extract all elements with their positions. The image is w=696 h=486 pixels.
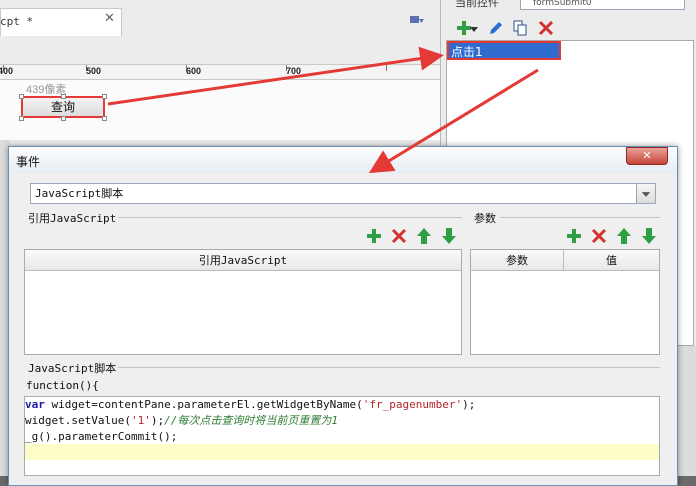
arrow-to-dialog [368, 68, 539, 174]
annotation-arrows [107, 46, 539, 174]
arrow-to-event-item [107, 46, 444, 106]
